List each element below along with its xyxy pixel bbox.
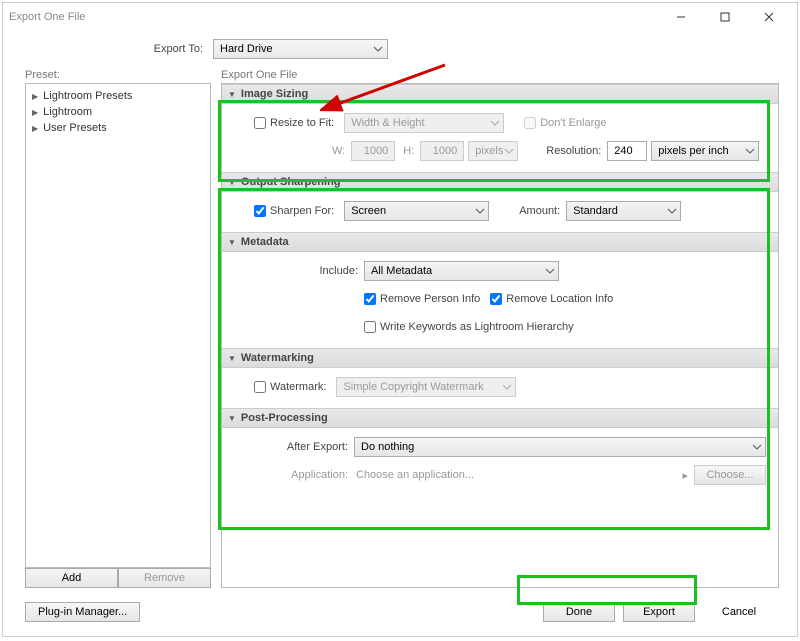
preset-item[interactable]: ▶User Presets (28, 120, 208, 136)
remove-preset-button[interactable]: Remove (118, 568, 211, 588)
section-header-post-processing[interactable]: ▼Post-Processing (222, 408, 778, 428)
application-value: Choose an application... (354, 469, 676, 481)
triangle-down-icon: ▼ (228, 238, 236, 247)
size-units-select[interactable]: pixels (468, 141, 518, 161)
section-header-watermarking[interactable]: ▼Watermarking (222, 348, 778, 368)
triangle-down-icon: ▼ (228, 90, 236, 99)
add-preset-button[interactable]: Add (25, 568, 118, 588)
close-icon[interactable] (747, 3, 791, 31)
export-to-select[interactable]: Hard Drive (213, 39, 388, 59)
chevron-down-icon (504, 146, 514, 156)
plugin-manager-button[interactable]: Plug-in Manager... (25, 602, 140, 622)
triangle-right-icon: ▶ (32, 108, 38, 117)
chevron-down-icon (490, 118, 500, 128)
section-header-output-sharpening[interactable]: ▼Output Sharpening (222, 172, 778, 192)
write-keywords-checkbox[interactable]: Write Keywords as Lightroom Hierarchy (364, 321, 574, 333)
dont-enlarge-checkbox[interactable]: Don't Enlarge (524, 117, 606, 129)
triangle-down-icon: ▼ (228, 354, 236, 363)
amount-label: Amount: (519, 205, 566, 217)
section-header-image-sizing[interactable]: ▼Image Sizing (222, 84, 778, 104)
watermark-checkbox[interactable]: Watermark: (254, 381, 326, 393)
preset-list[interactable]: ▶Lightroom Presets ▶Lightroom ▶User Pres… (25, 83, 211, 568)
export-to-label: Export To: (3, 43, 213, 55)
application-label: Application: (234, 469, 354, 481)
section-header-metadata[interactable]: ▼Metadata (222, 232, 778, 252)
chevron-down-icon (745, 146, 755, 156)
amount-select[interactable]: Standard (566, 201, 681, 221)
done-button[interactable]: Done (543, 602, 615, 622)
resolution-input[interactable]: 240 (607, 141, 647, 161)
window-title: Export One File (9, 11, 85, 23)
after-export-label: After Export: (234, 441, 354, 453)
right-col-label: Export One File (221, 69, 779, 81)
include-select[interactable]: All Metadata (364, 261, 559, 281)
resize-to-fit-checkbox[interactable]: Resize to Fit: (254, 117, 334, 129)
titlebar: Export One File (3, 3, 797, 31)
w-label: W: (332, 145, 351, 157)
after-export-select[interactable]: Do nothing (354, 437, 766, 457)
triangle-right-icon: ▸ (682, 469, 688, 482)
export-to-value: Hard Drive (220, 43, 273, 55)
cancel-button[interactable]: Cancel (703, 602, 775, 622)
maximize-icon[interactable] (703, 3, 747, 31)
triangle-down-icon: ▼ (228, 414, 236, 423)
chevron-down-icon (545, 266, 555, 276)
triangle-down-icon: ▼ (228, 178, 236, 187)
chevron-down-icon (475, 206, 485, 216)
remove-person-checkbox[interactable]: Remove Person Info (364, 293, 480, 305)
preset-item[interactable]: ▶Lightroom Presets (28, 88, 208, 104)
minimize-icon[interactable] (659, 3, 703, 31)
height-input[interactable]: 1000 (420, 141, 464, 161)
resolution-units-select[interactable]: pixels per inch (651, 141, 759, 161)
sharpen-for-checkbox[interactable]: Sharpen For: (254, 205, 334, 217)
chevron-down-icon (502, 382, 512, 392)
h-label: H: (403, 145, 420, 157)
export-button[interactable]: Export (623, 602, 695, 622)
chevron-down-icon (667, 206, 677, 216)
sharpen-for-select[interactable]: Screen (344, 201, 489, 221)
resolution-label: Resolution: (546, 145, 607, 157)
triangle-right-icon: ▶ (32, 124, 38, 133)
preset-label: Preset: (25, 69, 211, 81)
watermark-select[interactable]: Simple Copyright Watermark (336, 377, 516, 397)
remove-location-checkbox[interactable]: Remove Location Info (490, 293, 613, 305)
preset-item[interactable]: ▶Lightroom (28, 104, 208, 120)
width-input[interactable]: 1000 (351, 141, 395, 161)
resize-mode-select[interactable]: Width & Height (344, 113, 504, 133)
triangle-right-icon: ▶ (32, 92, 38, 101)
chevron-down-icon (752, 442, 762, 452)
include-label: Include: (234, 265, 364, 277)
chevron-down-icon (373, 44, 383, 54)
choose-button[interactable]: Choose... (694, 465, 766, 485)
export-dialog: Export One File Export To: Hard Drive Pr… (2, 2, 798, 637)
